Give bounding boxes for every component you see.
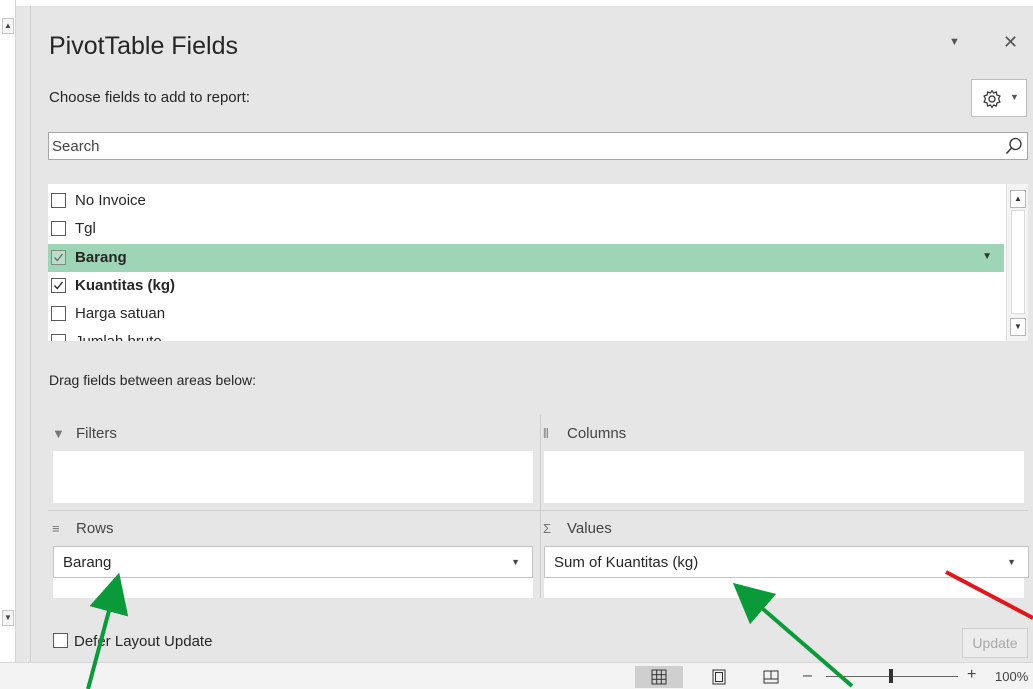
page-break-view-button[interactable] bbox=[747, 666, 795, 688]
field-item-jumlah-bruto[interactable]: Jumlah bruto bbox=[48, 328, 1004, 341]
update-button[interactable]: Update bbox=[962, 628, 1028, 658]
field-checkbox[interactable] bbox=[51, 306, 66, 321]
areas-divider-horizontal bbox=[48, 510, 1028, 511]
filters-drop-zone[interactable] bbox=[53, 451, 533, 503]
zoom-out-button[interactable]: – bbox=[803, 667, 812, 685]
values-field-sum-kuantitas[interactable]: Sum of Kuantitas (kg) ▼ bbox=[544, 546, 1029, 578]
columns-area-label: Columns bbox=[567, 425, 627, 442]
sigma-icon: Σ bbox=[543, 521, 552, 536]
rows-area-label: Rows bbox=[76, 520, 114, 537]
values-area: Σ Values Sum of Kuantitas (kg) ▼ bbox=[539, 510, 1029, 605]
rows-field-label: Barang bbox=[63, 554, 112, 571]
field-item-harga-satuan[interactable]: Harga satuan bbox=[48, 300, 1004, 328]
chevron-down-icon[interactable]: ▼ bbox=[1007, 557, 1016, 567]
scroll-up-arrow-icon[interactable]: ▲ bbox=[1010, 190, 1026, 208]
defer-checkbox[interactable] bbox=[53, 633, 68, 648]
field-checkbox[interactable] bbox=[51, 221, 66, 236]
field-checkbox[interactable] bbox=[51, 193, 66, 208]
chevron-down-icon[interactable]: ▼ bbox=[511, 557, 520, 567]
zoom-level[interactable]: 100% bbox=[995, 669, 1028, 684]
field-checkbox[interactable] bbox=[51, 334, 66, 341]
scroll-down-arrow-icon[interactable]: ▼ bbox=[2, 610, 14, 626]
field-label: Barang bbox=[75, 249, 127, 266]
field-item-barang[interactable]: Barang ▼ bbox=[48, 244, 1004, 272]
values-field-label: Sum of Kuantitas (kg) bbox=[554, 554, 699, 571]
values-drop-zone[interactable]: Sum of Kuantitas (kg) ▼ bbox=[544, 546, 1029, 598]
defer-label: Defer Layout Update bbox=[74, 633, 213, 650]
field-item-tgl[interactable]: Tgl bbox=[48, 215, 1004, 243]
field-label: No Invoice bbox=[75, 192, 146, 209]
field-checkbox[interactable] bbox=[51, 278, 66, 293]
scrollbar-thumb[interactable] bbox=[1011, 210, 1025, 314]
rows-area: ≡ Rows Barang ▼ bbox=[48, 510, 538, 605]
zoom-in-button[interactable]: + bbox=[967, 666, 976, 684]
grid-view-icon bbox=[651, 669, 667, 685]
areas-divider-vertical bbox=[540, 415, 541, 598]
search-input[interactable] bbox=[49, 133, 989, 159]
filters-area-label: Filters bbox=[76, 425, 117, 442]
areas-instructions: Drag fields between areas below: bbox=[49, 372, 257, 388]
rows-field-barang[interactable]: Barang ▼ bbox=[53, 546, 533, 578]
worksheet-scroll-strip: ▲ ▼ bbox=[0, 0, 16, 689]
pane-subtitle: Choose fields to add to report: bbox=[49, 89, 250, 106]
pane-options-dropdown-icon[interactable]: ▼ bbox=[949, 36, 960, 48]
scroll-down-arrow-icon[interactable]: ▼ bbox=[1010, 318, 1026, 336]
gear-icon bbox=[983, 89, 1001, 109]
scroll-up-arrow-icon[interactable]: ▲ bbox=[2, 18, 14, 34]
field-list-scrollbar[interactable]: ▲ ▼ bbox=[1006, 184, 1028, 341]
chevron-down-icon[interactable]: ▼ bbox=[982, 251, 992, 262]
checkmark-icon bbox=[54, 253, 64, 262]
checkmark-icon bbox=[54, 281, 64, 290]
pane-title: PivotTable Fields bbox=[49, 32, 238, 60]
page-layout-icon bbox=[712, 669, 726, 685]
chevron-down-icon: ▼ bbox=[1010, 92, 1019, 102]
columns-drop-zone[interactable] bbox=[544, 451, 1024, 503]
search-field-container bbox=[48, 132, 1028, 160]
status-bar: – + 100% bbox=[0, 662, 1033, 689]
columns-area: ⦀ Columns bbox=[539, 415, 1029, 510]
field-label: Tgl bbox=[75, 220, 96, 237]
normal-view-button[interactable] bbox=[635, 666, 683, 688]
field-item-kuantitas[interactable]: Kuantitas (kg) bbox=[48, 272, 1004, 300]
tools-button[interactable]: ▼ bbox=[971, 79, 1027, 117]
rows-drop-zone[interactable]: Barang ▼ bbox=[53, 546, 533, 598]
pivottable-fields-pane: PivotTable Fields ▼ ✕ Choose fields to a… bbox=[30, 6, 1033, 662]
field-list: No Invoice Tgl Barang ▼ Kuantitas (kg) H… bbox=[48, 184, 1028, 341]
zoom-slider-thumb[interactable] bbox=[889, 669, 893, 683]
field-item-no-invoice[interactable]: No Invoice bbox=[48, 187, 1004, 215]
close-icon[interactable]: ✕ bbox=[1003, 32, 1018, 53]
filters-area: ▼ Filters bbox=[48, 415, 538, 510]
defer-layout-update[interactable]: Defer Layout Update bbox=[53, 633, 212, 650]
page-layout-view-button[interactable] bbox=[695, 666, 743, 688]
page-break-icon bbox=[763, 670, 779, 684]
field-label: Kuantitas (kg) bbox=[75, 277, 176, 294]
columns-icon: ⦀ bbox=[543, 426, 549, 441]
field-label: Harga satuan bbox=[75, 305, 166, 322]
filter-funnel-icon: ▼ bbox=[52, 426, 65, 441]
values-area-label: Values bbox=[567, 520, 612, 537]
search-icon[interactable] bbox=[1005, 137, 1023, 155]
field-checkbox[interactable] bbox=[51, 250, 66, 265]
field-label: Jumlah bruto bbox=[75, 333, 162, 341]
rows-icon: ≡ bbox=[52, 521, 60, 536]
